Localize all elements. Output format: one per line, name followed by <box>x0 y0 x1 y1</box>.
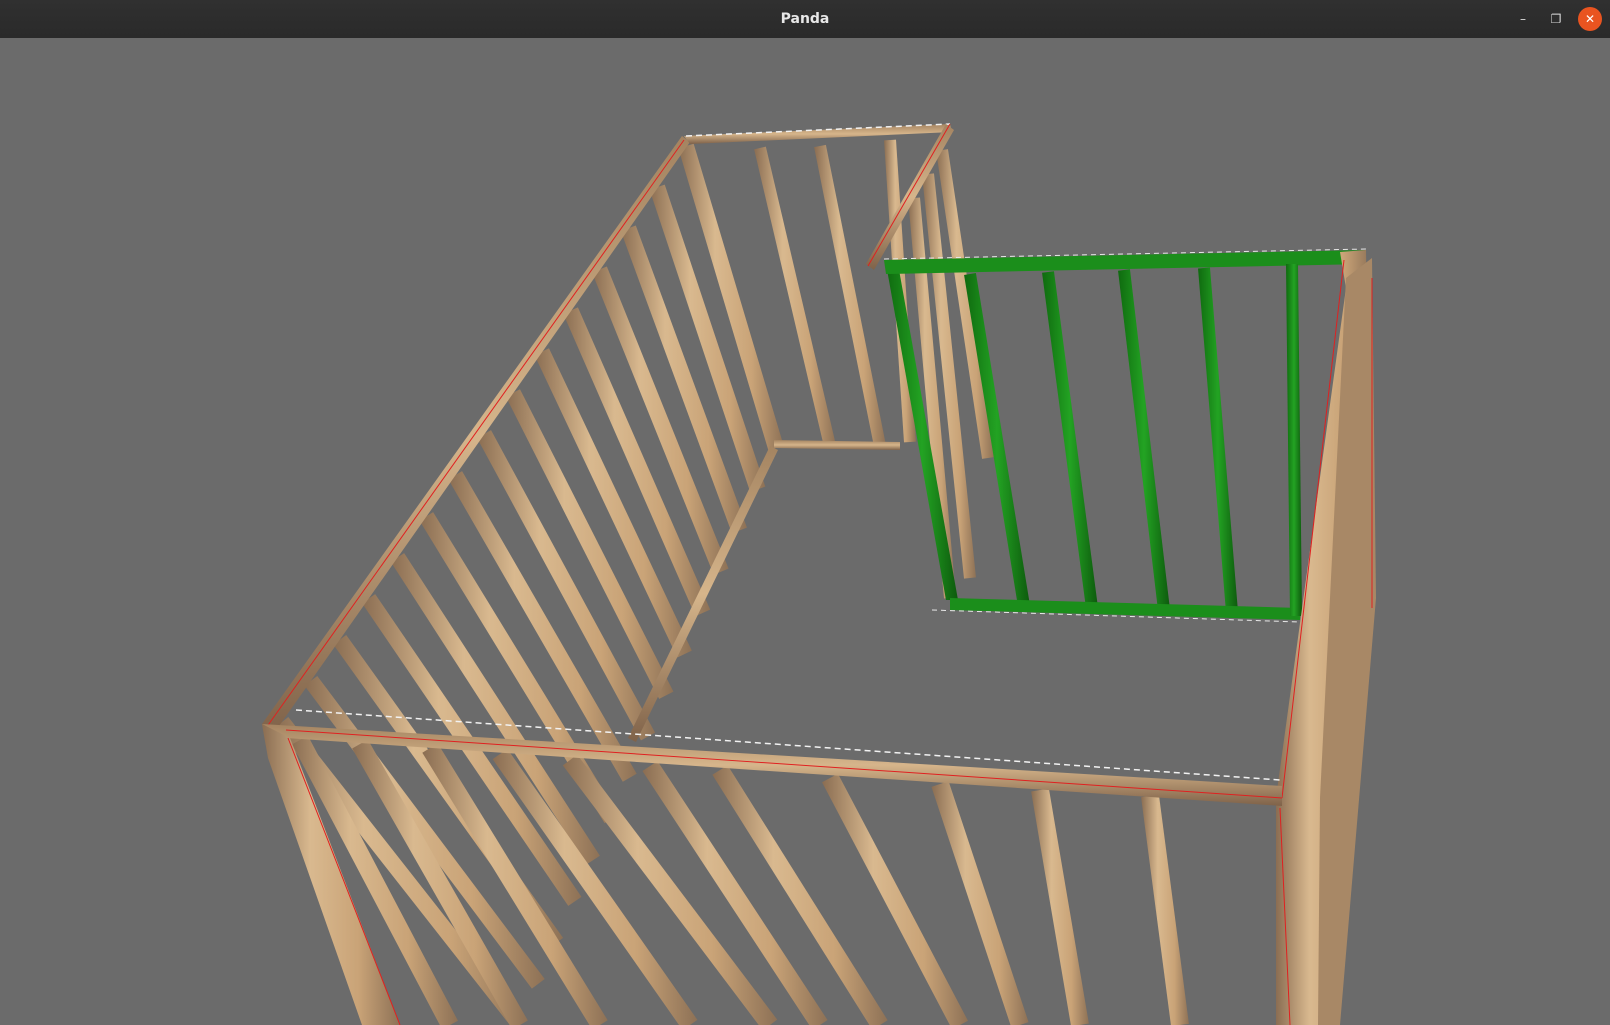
maximize-icon: ❐ <box>1550 12 1562 26</box>
window-title: Panda <box>780 11 830 27</box>
selected-wall-stud <box>964 273 1030 607</box>
close-button[interactable]: ✕ <box>1578 7 1602 31</box>
front-stud <box>1031 788 1089 1025</box>
selected-wall-stud <box>1042 271 1098 609</box>
back-left-stud <box>448 471 637 782</box>
close-icon: ✕ <box>1584 12 1596 26</box>
right-back-wall[interactable] <box>866 123 994 599</box>
front-stud <box>1141 794 1189 1025</box>
selected-wall-end-stud-right <box>1286 264 1302 616</box>
app-window: Panda – ❐ ✕ <box>0 0 1610 1025</box>
minimize-icon: – <box>1520 12 1526 26</box>
front-top-plate <box>262 724 1282 806</box>
selected-wall-stud <box>1198 267 1238 613</box>
selected-wall-stud <box>1118 269 1170 611</box>
wall-frame-scene[interactable] <box>0 38 1610 1025</box>
maximize-button[interactable]: ❐ <box>1544 7 1568 31</box>
3d-viewport[interactable] <box>0 38 1610 1025</box>
back-left-stud <box>476 430 656 741</box>
title-bar[interactable]: Panda – ❐ ✕ <box>0 0 1610 39</box>
minimize-button[interactable]: – <box>1511 7 1535 31</box>
back-top-plate <box>684 124 952 144</box>
